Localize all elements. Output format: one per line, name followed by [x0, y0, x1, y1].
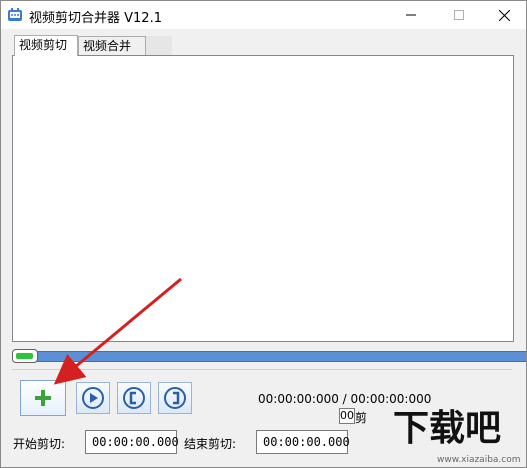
close-button[interactable] — [486, 1, 522, 29]
plus-icon — [35, 390, 51, 406]
tab-strip: 视频剪切 视频合并 — [14, 35, 172, 56]
progress-handle[interactable] — [12, 349, 38, 363]
bracket-left-icon — [123, 387, 145, 409]
segment-field[interactable]: 00 — [339, 408, 355, 424]
add-video-button[interactable] — [20, 380, 66, 416]
app-logo-icon — [8, 8, 22, 21]
watermark-url: www.xiazaiba.com — [437, 455, 521, 465]
bracket-right-icon — [164, 387, 186, 409]
end-cut-input[interactable]: 00:00:00.000 — [256, 430, 350, 454]
segment-label: 剪 — [355, 411, 368, 425]
start-cut-label: 开始剪切: — [13, 437, 66, 451]
watermark-logo-text: 下载吧 — [393, 408, 502, 449]
mark-out-button[interactable] — [158, 382, 192, 414]
close-icon — [498, 9, 510, 21]
tab-video-cut[interactable]: 视频剪切 — [14, 35, 78, 56]
progress-slider[interactable] — [12, 349, 526, 363]
start-cut-input[interactable]: 00:00:00.000 — [85, 430, 179, 454]
end-cut-label: 结束剪切: — [184, 437, 237, 451]
play-button[interactable] — [76, 382, 110, 414]
mark-in-button[interactable] — [117, 382, 151, 414]
tab-video-merge[interactable]: 视频合并 — [78, 36, 146, 56]
title-bar: 视频剪切合并器 V12.1 — [1, 1, 526, 29]
maximize-icon — [454, 10, 464, 20]
progress-track[interactable] — [18, 351, 526, 362]
app-window: 视频剪切合并器 V12.1 视频剪切 视频合并 00:00:00:000 / 0… — [0, 0, 527, 468]
window-title: 视频剪切合并器 V12.1 — [29, 11, 162, 26]
minimize-icon — [406, 14, 416, 16]
minimize-button[interactable] — [393, 1, 429, 29]
watermark: 下载吧 www.xiazaiba.com — [389, 403, 526, 467]
video-preview-area — [12, 55, 514, 342]
maximize-button[interactable] — [441, 1, 477, 29]
play-icon — [82, 387, 104, 409]
